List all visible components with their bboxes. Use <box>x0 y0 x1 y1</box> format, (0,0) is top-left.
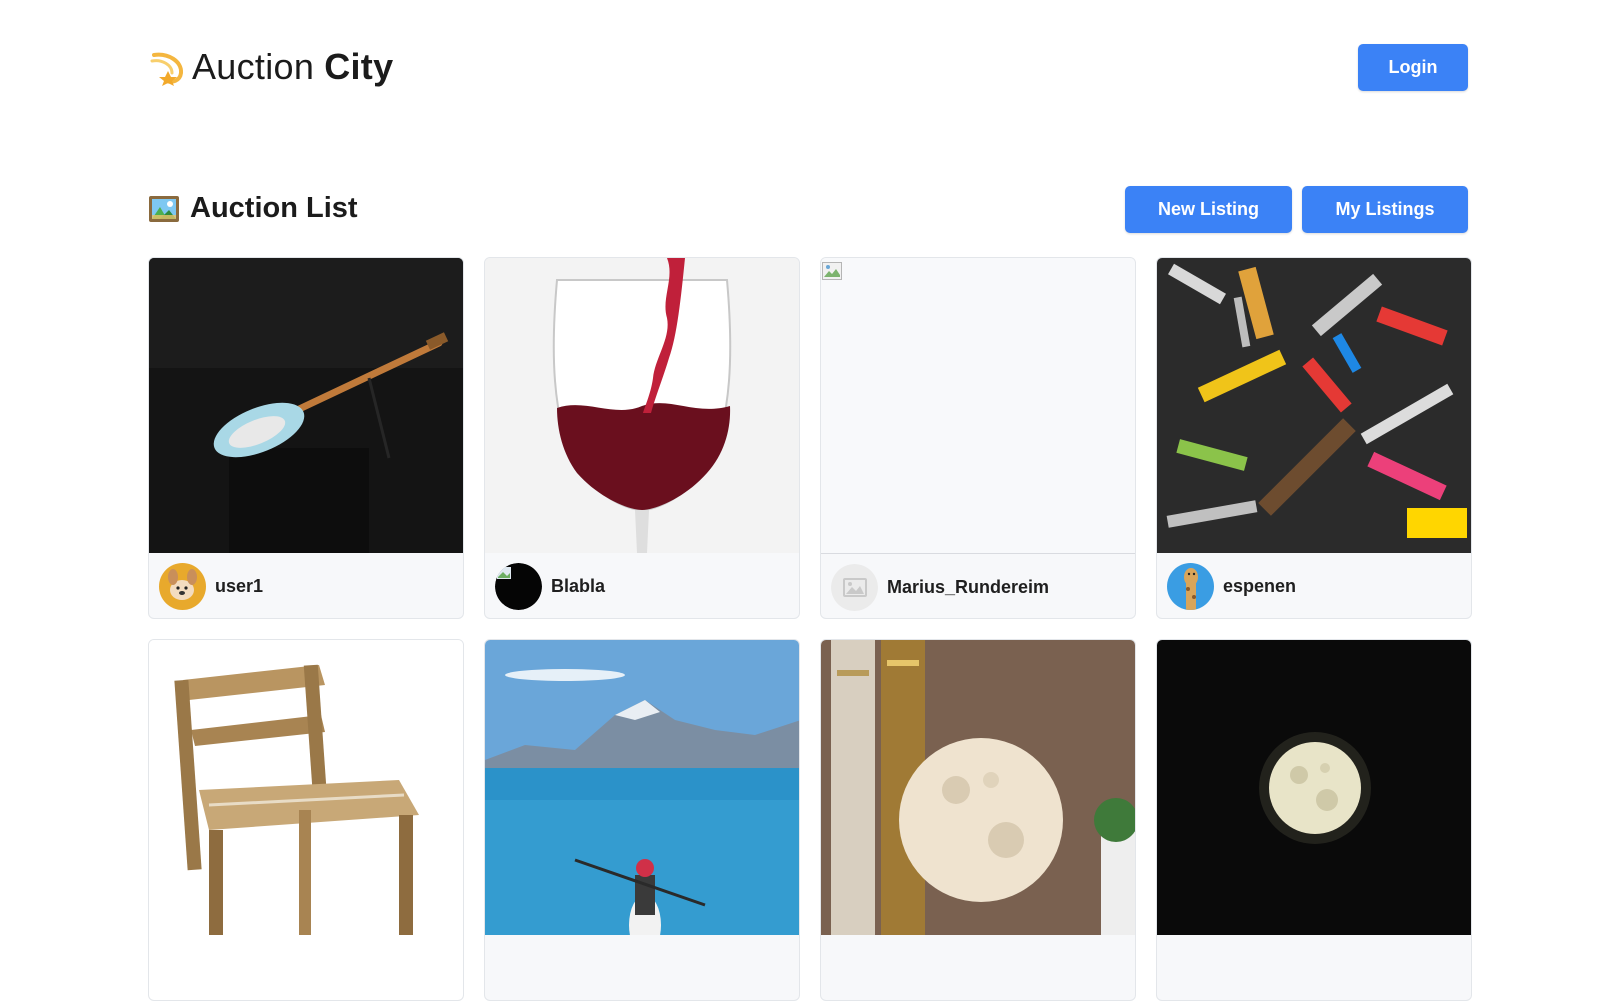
seller-username[interactable]: espenen <box>1223 576 1296 597</box>
card-footer: espenen <box>1157 553 1471 618</box>
giraffe-avatar <box>1167 563 1214 610</box>
kayak-lake-photo[interactable] <box>485 640 799 935</box>
login-button[interactable]: Login <box>1358 44 1468 91</box>
broken-image-icon <box>822 262 842 280</box>
listing-card[interactable]: espenen <box>1156 257 1472 619</box>
listing-card[interactable] <box>484 639 800 1001</box>
framed-picture-icon <box>149 195 179 222</box>
placeholder-avatar <box>831 564 878 611</box>
page-title: Auction List <box>148 192 358 225</box>
logo-text-city: City <box>324 46 394 87</box>
moon-lamp-photo[interactable] <box>821 640 1135 935</box>
site-header: Auction City Login <box>148 42 1468 92</box>
seller-username[interactable]: Blabla <box>551 576 605 597</box>
dog-avatar <box>159 563 206 610</box>
broken-image[interactable] <box>821 258 1135 554</box>
site-logo[interactable]: Auction City <box>148 46 393 88</box>
listing-card[interactable]: Blabla <box>484 257 800 619</box>
tools-pile-photo[interactable] <box>1157 258 1471 553</box>
black-circle-avatar <box>495 563 542 610</box>
card-footer: user1 <box>149 553 463 618</box>
card-footer: Marius_Rundereim <box>821 554 1135 618</box>
shooting-star-icon <box>150 52 183 86</box>
card-footer: Blabla <box>485 553 799 618</box>
guitar-photo[interactable] <box>149 258 463 553</box>
listing-card[interactable] <box>1156 639 1472 1001</box>
logo-text-auction: Auction <box>192 46 315 87</box>
wooden-chair-photo[interactable] <box>149 640 463 935</box>
listing-card[interactable]: user1 <box>148 257 464 619</box>
listing-card[interactable] <box>820 639 1136 1001</box>
list-actions: New Listing My Listings <box>1125 186 1468 233</box>
my-listings-button[interactable]: My Listings <box>1302 186 1468 233</box>
listing-card[interactable]: Marius_Rundereim <box>820 257 1136 619</box>
seller-username[interactable]: user1 <box>215 576 263 597</box>
auction-list-title: Auction List <box>190 192 358 224</box>
wine-glass-photo[interactable] <box>485 258 799 553</box>
listing-card[interactable] <box>148 639 464 1001</box>
auction-grid: user1 Blabla Marius_Rundereim espenen <box>148 257 1472 1001</box>
new-listing-button[interactable]: New Listing <box>1125 186 1292 233</box>
auction-list-header: Auction List New Listing My Listings <box>148 186 1468 234</box>
seller-username[interactable]: Marius_Rundereim <box>887 577 1049 598</box>
full-moon-photo[interactable] <box>1157 640 1471 935</box>
